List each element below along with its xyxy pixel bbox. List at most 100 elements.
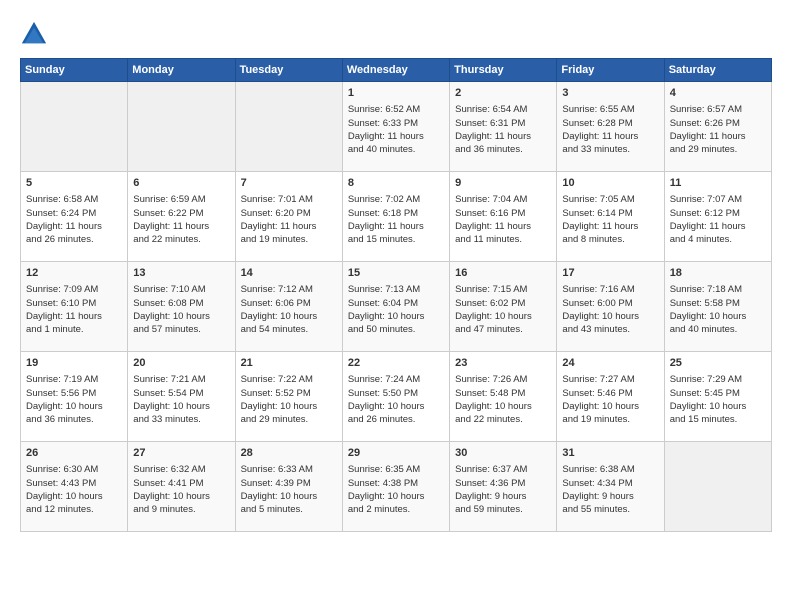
day-content: Sunset: 6:12 PM xyxy=(670,207,766,220)
day-content: Sunset: 4:38 PM xyxy=(348,477,444,490)
day-content: and 33 minutes. xyxy=(133,413,229,426)
day-number: 6 xyxy=(133,176,229,191)
column-header-sunday: Sunday xyxy=(21,59,128,82)
day-content: and 2 minutes. xyxy=(348,503,444,516)
calendar-week-row: 12Sunrise: 7:09 AMSunset: 6:10 PMDayligh… xyxy=(21,262,772,352)
day-content: Sunrise: 7:27 AM xyxy=(562,373,658,386)
day-number: 14 xyxy=(241,266,337,281)
day-number: 5 xyxy=(26,176,122,191)
day-number: 10 xyxy=(562,176,658,191)
day-content: Sunset: 4:34 PM xyxy=(562,477,658,490)
day-content: Daylight: 10 hours xyxy=(241,310,337,323)
day-content: Sunset: 6:24 PM xyxy=(26,207,122,220)
day-number: 26 xyxy=(26,446,122,461)
day-content: and 43 minutes. xyxy=(562,323,658,336)
day-content: Sunrise: 6:32 AM xyxy=(133,463,229,476)
calendar-cell: 30Sunrise: 6:37 AMSunset: 4:36 PMDayligh… xyxy=(450,442,557,532)
calendar-table: SundayMondayTuesdayWednesdayThursdayFrid… xyxy=(20,58,772,532)
page-header xyxy=(20,20,772,48)
day-content: Sunrise: 7:02 AM xyxy=(348,193,444,206)
day-content: Sunset: 5:58 PM xyxy=(670,297,766,310)
calendar-cell: 25Sunrise: 7:29 AMSunset: 5:45 PMDayligh… xyxy=(664,352,771,442)
day-content: Daylight: 11 hours xyxy=(670,220,766,233)
column-header-thursday: Thursday xyxy=(450,59,557,82)
day-number: 25 xyxy=(670,356,766,371)
calendar-cell: 15Sunrise: 7:13 AMSunset: 6:04 PMDayligh… xyxy=(342,262,449,352)
day-content: and 29 minutes. xyxy=(670,143,766,156)
day-content: Sunset: 4:39 PM xyxy=(241,477,337,490)
day-content: and 1 minute. xyxy=(26,323,122,336)
calendar-cell: 13Sunrise: 7:10 AMSunset: 6:08 PMDayligh… xyxy=(128,262,235,352)
calendar-cell: 28Sunrise: 6:33 AMSunset: 4:39 PMDayligh… xyxy=(235,442,342,532)
day-content: Sunset: 6:00 PM xyxy=(562,297,658,310)
day-content: Sunrise: 7:05 AM xyxy=(562,193,658,206)
day-content: Sunrise: 7:18 AM xyxy=(670,283,766,296)
calendar-cell: 10Sunrise: 7:05 AMSunset: 6:14 PMDayligh… xyxy=(557,172,664,262)
calendar-cell: 26Sunrise: 6:30 AMSunset: 4:43 PMDayligh… xyxy=(21,442,128,532)
day-content: Sunrise: 6:59 AM xyxy=(133,193,229,206)
calendar-cell: 2Sunrise: 6:54 AMSunset: 6:31 PMDaylight… xyxy=(450,82,557,172)
day-content: Daylight: 10 hours xyxy=(133,400,229,413)
day-content: Sunrise: 7:12 AM xyxy=(241,283,337,296)
calendar-cell: 17Sunrise: 7:16 AMSunset: 6:00 PMDayligh… xyxy=(557,262,664,352)
day-content: Sunrise: 7:16 AM xyxy=(562,283,658,296)
calendar-cell: 31Sunrise: 6:38 AMSunset: 4:34 PMDayligh… xyxy=(557,442,664,532)
day-number: 17 xyxy=(562,266,658,281)
day-number: 3 xyxy=(562,86,658,101)
calendar-cell xyxy=(128,82,235,172)
calendar-cell xyxy=(664,442,771,532)
day-content: Sunrise: 6:33 AM xyxy=(241,463,337,476)
calendar-cell: 5Sunrise: 6:58 AMSunset: 6:24 PMDaylight… xyxy=(21,172,128,262)
calendar-cell: 19Sunrise: 7:19 AMSunset: 5:56 PMDayligh… xyxy=(21,352,128,442)
day-content: Sunrise: 6:52 AM xyxy=(348,103,444,116)
day-content: Sunset: 6:06 PM xyxy=(241,297,337,310)
day-content: and 33 minutes. xyxy=(562,143,658,156)
column-header-monday: Monday xyxy=(128,59,235,82)
day-content: and 15 minutes. xyxy=(348,233,444,246)
day-content: Sunset: 4:41 PM xyxy=(133,477,229,490)
day-content: Sunset: 5:48 PM xyxy=(455,387,551,400)
calendar-cell: 18Sunrise: 7:18 AMSunset: 5:58 PMDayligh… xyxy=(664,262,771,352)
day-content: and 26 minutes. xyxy=(26,233,122,246)
day-content: Sunrise: 7:15 AM xyxy=(455,283,551,296)
day-content: Daylight: 11 hours xyxy=(241,220,337,233)
day-content: Daylight: 11 hours xyxy=(348,220,444,233)
day-content: Sunrise: 6:54 AM xyxy=(455,103,551,116)
day-content: Sunset: 5:50 PM xyxy=(348,387,444,400)
day-content: Sunset: 5:56 PM xyxy=(26,387,122,400)
calendar-week-row: 19Sunrise: 7:19 AMSunset: 5:56 PMDayligh… xyxy=(21,352,772,442)
day-content: Sunset: 6:04 PM xyxy=(348,297,444,310)
day-number: 24 xyxy=(562,356,658,371)
column-header-wednesday: Wednesday xyxy=(342,59,449,82)
day-content: Daylight: 10 hours xyxy=(241,490,337,503)
day-content: Daylight: 10 hours xyxy=(133,310,229,323)
day-content: and 40 minutes. xyxy=(348,143,444,156)
day-content: and 12 minutes. xyxy=(26,503,122,516)
day-content: Sunset: 5:45 PM xyxy=(670,387,766,400)
day-content: Sunset: 6:16 PM xyxy=(455,207,551,220)
day-number: 23 xyxy=(455,356,551,371)
calendar-cell: 22Sunrise: 7:24 AMSunset: 5:50 PMDayligh… xyxy=(342,352,449,442)
day-content: Daylight: 10 hours xyxy=(348,310,444,323)
column-header-friday: Friday xyxy=(557,59,664,82)
day-number: 7 xyxy=(241,176,337,191)
day-content: and 19 minutes. xyxy=(562,413,658,426)
calendar-cell: 12Sunrise: 7:09 AMSunset: 6:10 PMDayligh… xyxy=(21,262,128,352)
day-content: Daylight: 9 hours xyxy=(562,490,658,503)
day-content: and 5 minutes. xyxy=(241,503,337,516)
day-content: Sunrise: 7:21 AM xyxy=(133,373,229,386)
day-content: Sunrise: 7:26 AM xyxy=(455,373,551,386)
calendar-cell: 3Sunrise: 6:55 AMSunset: 6:28 PMDaylight… xyxy=(557,82,664,172)
calendar-week-row: 1Sunrise: 6:52 AMSunset: 6:33 PMDaylight… xyxy=(21,82,772,172)
day-number: 2 xyxy=(455,86,551,101)
day-content: Sunrise: 7:22 AM xyxy=(241,373,337,386)
day-content: Daylight: 10 hours xyxy=(455,310,551,323)
day-number: 13 xyxy=(133,266,229,281)
day-content: Daylight: 10 hours xyxy=(241,400,337,413)
day-content: and 22 minutes. xyxy=(133,233,229,246)
day-number: 12 xyxy=(26,266,122,281)
day-content: and 22 minutes. xyxy=(455,413,551,426)
day-content: and 8 minutes. xyxy=(562,233,658,246)
day-content: Sunset: 6:28 PM xyxy=(562,117,658,130)
calendar-cell: 9Sunrise: 7:04 AMSunset: 6:16 PMDaylight… xyxy=(450,172,557,262)
